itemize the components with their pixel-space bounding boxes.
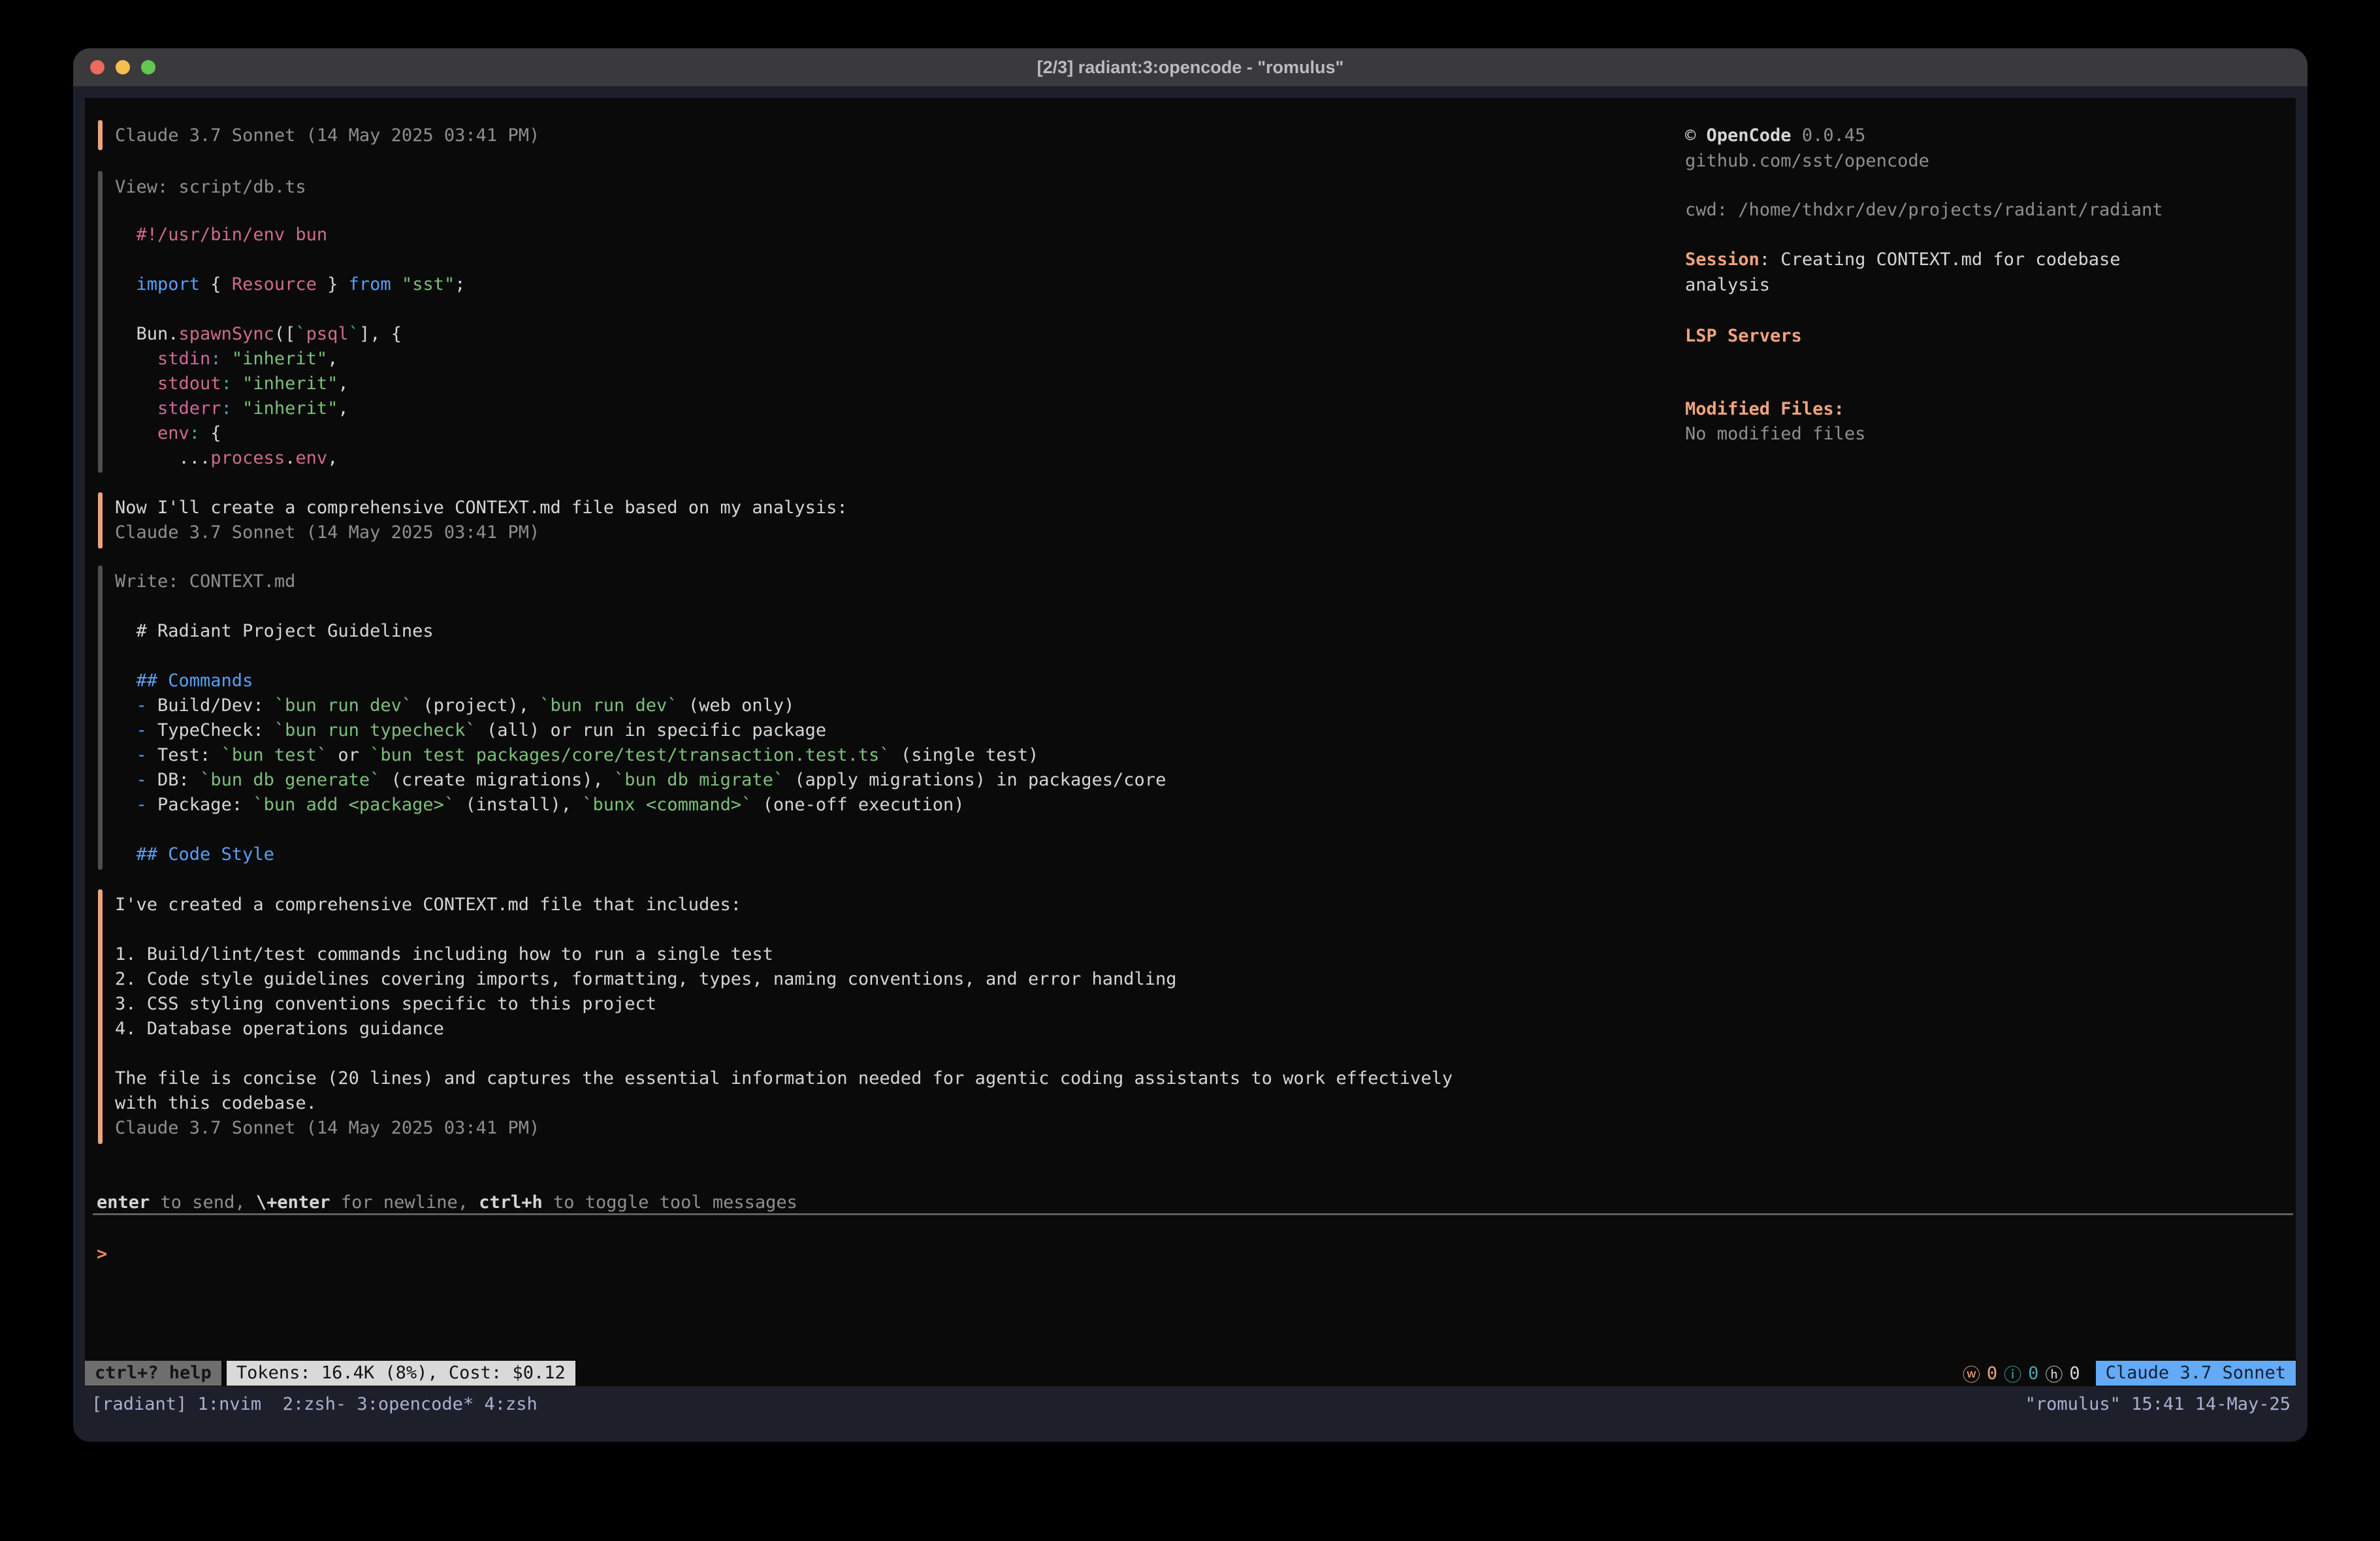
- modified-files-empty: No modified files: [1685, 422, 1865, 447]
- minimize-button[interactable]: [116, 60, 130, 74]
- prompt-input[interactable]: >: [97, 1242, 107, 1267]
- warnings-indicator-icon: ⓦ: [1963, 1361, 1980, 1386]
- repo-link: github.com/sst/opencode: [1685, 149, 1929, 174]
- status-right: ⓦ 0 ⓘ 0 ⓗ 0 Claude 3.7 Sonnet: [1963, 1361, 2296, 1386]
- modified-files-heading: Modified Files:: [1685, 397, 1844, 422]
- status-left: ctrl+? help Tokens: 16.4K (8%), Cost: $0…: [85, 1361, 575, 1386]
- opencode-pane: Claude 3.7 Sonnet (14 May 2025 03:41 PM)…: [85, 98, 2296, 1388]
- tmux-host-clock: "romulus" 15:41 14-May-25: [2025, 1390, 2291, 1419]
- tmux-status-bar: [radiant] 1:nvim 2:zsh- 3:opencode* 4:zs…: [73, 1386, 2308, 1442]
- session-title: Session: Creating CONTEXT.md for codebas…: [1685, 247, 2120, 272]
- warnings-indicator-count: 0: [1987, 1363, 1997, 1384]
- close-button[interactable]: [90, 60, 105, 74]
- desktop-background: [2/3] radiant:3:opencode - "romulus" Cla…: [0, 0, 2380, 1541]
- tokens-cost-chip: Tokens: 16.4K (8%), Cost: $0.12: [227, 1361, 575, 1386]
- keybind-hint: enter to send, \+enter for newline, ctrl…: [97, 1190, 797, 1215]
- hints-indicator-count: 0: [2069, 1363, 2080, 1384]
- prompt-symbol: >: [97, 1244, 107, 1264]
- info-indicator-icon: ⓘ: [2004, 1361, 2021, 1386]
- tmux-windows-list[interactable]: [radiant] 1:nvim 2:zsh- 3:opencode* 4:zs…: [91, 1390, 538, 1419]
- window-title: [2/3] radiant:3:opencode - "romulus": [1037, 57, 1344, 78]
- hints-indicator-icon: ⓗ: [2045, 1361, 2063, 1386]
- status-bar: ctrl+? help Tokens: 16.4K (8%), Cost: $0…: [85, 1360, 2296, 1386]
- terminal-window: [2/3] radiant:3:opencode - "romulus" Cla…: [73, 48, 2308, 1442]
- model-chip[interactable]: Claude 3.7 Sonnet: [2096, 1361, 2296, 1386]
- tmux-terminal: Claude 3.7 Sonnet (14 May 2025 03:41 PM)…: [73, 86, 2308, 1442]
- help-chip[interactable]: ctrl+? help: [85, 1361, 221, 1386]
- window-titlebar[interactable]: [2/3] radiant:3:opencode - "romulus": [73, 48, 2308, 86]
- input-divider: [93, 1213, 2293, 1215]
- zoom-button[interactable]: [141, 60, 155, 74]
- diagnostics-indicators: ⓦ 0 ⓘ 0 ⓗ 0: [1963, 1361, 2080, 1386]
- session-title: analysis: [1685, 273, 1770, 298]
- traffic-lights: [90, 48, 155, 86]
- info-indicator-count: 0: [2028, 1363, 2038, 1384]
- app-version: © OpenCode 0.0.45: [1685, 123, 1865, 148]
- cwd-line: cwd: /home/thdxr/dev/projects/radiant/ra…: [1685, 198, 2163, 223]
- lsp-servers-heading: LSP Servers: [1685, 324, 1802, 349]
